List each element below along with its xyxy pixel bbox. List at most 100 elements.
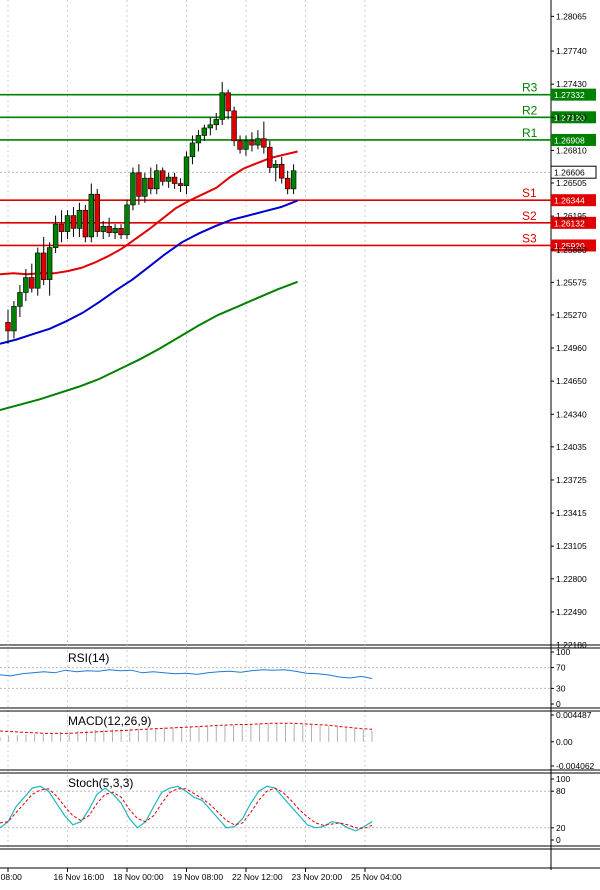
candle-body <box>64 215 71 232</box>
candle-body <box>154 170 160 190</box>
candle-body <box>11 306 17 332</box>
candle-body <box>142 177 148 197</box>
candle-body <box>255 138 261 146</box>
candle-body <box>165 176 172 182</box>
time-axis-label: 19 Nov 08:00 <box>173 872 224 882</box>
price-tick-label: 1.25880 <box>556 245 587 255</box>
price-tick-label: 1.26505 <box>556 178 587 188</box>
candle-body <box>267 146 273 168</box>
candle-body <box>52 223 59 248</box>
rsi-title: RSI(14) <box>68 651 109 665</box>
candle-body <box>195 135 202 144</box>
price-tick-label: 1.27120 <box>556 112 587 122</box>
candle-body <box>261 138 267 148</box>
macd-axis-label: 0.00 <box>556 737 573 747</box>
time-axis-label: v 08:00 <box>0 872 22 882</box>
rsi-axis-label: 100 <box>556 647 570 657</box>
time-axis-label: 23 Nov 20:00 <box>292 872 343 882</box>
candle-body <box>124 204 130 236</box>
candle-body <box>40 252 47 280</box>
price-tick-label: 1.26195 <box>556 211 587 221</box>
candle-body <box>58 223 65 232</box>
level-price-label-r3: 1.27332 <box>554 90 585 100</box>
candle-body <box>183 156 190 186</box>
price-tick-label: 1.25270 <box>556 310 587 320</box>
price-tick-label: 1.27740 <box>556 46 587 56</box>
chart-background <box>0 0 600 890</box>
level-name-s3: S3 <box>522 231 537 245</box>
level-name-r1: R1 <box>522 126 538 140</box>
candle-body <box>207 124 213 129</box>
price-tick-label: 1.24960 <box>556 343 587 353</box>
time-axis-label: 25 Nov 04:00 <box>351 872 402 882</box>
candle-body <box>231 110 237 142</box>
price-tick-label: 1.25575 <box>556 277 587 287</box>
time-axis-label: 16 Nov 16:00 <box>54 872 105 882</box>
candle-body <box>5 322 11 332</box>
candle-body <box>213 119 219 126</box>
candle-body <box>249 140 255 146</box>
candle-body <box>118 228 124 236</box>
candle-body <box>219 92 225 120</box>
rsi-axis-label: 0 <box>556 699 561 709</box>
price-tick-label: 1.24650 <box>556 376 587 386</box>
candle-body <box>278 164 285 179</box>
price-tick-label: 1.22800 <box>556 574 587 584</box>
level-name-r3: R3 <box>522 81 538 95</box>
level-price-label-r1: 1.26908 <box>554 135 585 145</box>
stoch-axis-label: 80 <box>556 786 566 796</box>
candle-body <box>106 225 112 233</box>
candle-body <box>94 193 100 232</box>
price-tick-label: 1.22490 <box>556 607 587 617</box>
candle-body <box>100 225 106 232</box>
candle-body <box>76 209 83 229</box>
candle-body <box>70 215 77 229</box>
level-name-s1: S1 <box>522 186 537 200</box>
stoch-title: Stoch(5,3,3) <box>68 776 133 790</box>
candle-body <box>35 252 41 289</box>
macd-axis-label: -0.004062 <box>556 761 595 771</box>
candle-body <box>148 177 154 190</box>
candle-body <box>189 142 196 158</box>
candle-body <box>17 292 23 307</box>
candle-body <box>136 172 142 197</box>
candle-body <box>237 140 243 150</box>
stoch-axis-label: 20 <box>556 823 566 833</box>
candle-body <box>171 176 178 184</box>
candle-body <box>273 164 279 168</box>
rsi-axis-label: 70 <box>556 663 566 673</box>
candle-body <box>201 127 208 136</box>
stoch-axis-label: 100 <box>556 774 570 784</box>
candle-body <box>225 92 231 112</box>
level-name-r2: R2 <box>522 103 538 117</box>
candle-body <box>82 209 89 238</box>
time-axis-label: 22 Nov 12:00 <box>232 872 283 882</box>
price-tick-label: 1.24340 <box>556 409 587 419</box>
candle-body <box>177 183 184 186</box>
price-tick-label: 1.28065 <box>556 11 587 21</box>
candle-body <box>29 277 35 289</box>
price-tick-label: 1.26810 <box>556 145 587 155</box>
level-price-label-s1: 1.26344 <box>554 196 585 206</box>
rsi-axis-label: 30 <box>556 683 566 693</box>
price-tick-label: 1.23725 <box>556 475 587 485</box>
time-axis-label: 18 Nov 00:00 <box>113 872 164 882</box>
price-tick-label: 1.27430 <box>556 79 587 89</box>
price-tick-label: 1.23105 <box>556 541 587 551</box>
stoch-axis-label: 0 <box>556 835 561 845</box>
price-chart: R3 1.27332 R2 1.27120 R1 1.26908 S1 1.26344 S2 1.… <box>0 0 600 890</box>
candle-body <box>46 247 53 280</box>
candle-body <box>88 193 95 238</box>
candle-body <box>23 277 29 293</box>
candle-body <box>130 172 136 206</box>
candle-body <box>160 170 166 182</box>
macd-title: MACD(12,26,9) <box>68 714 151 728</box>
candle-body <box>290 170 297 190</box>
current-price-label: 1.26606 <box>554 168 585 178</box>
level-name-s2: S2 <box>522 209 537 223</box>
candle-body <box>243 140 249 150</box>
candle-body <box>284 177 291 190</box>
price-tick-label: 1.23415 <box>556 508 587 518</box>
price-tick-label: 1.24035 <box>556 442 587 452</box>
candle-body <box>112 228 118 233</box>
